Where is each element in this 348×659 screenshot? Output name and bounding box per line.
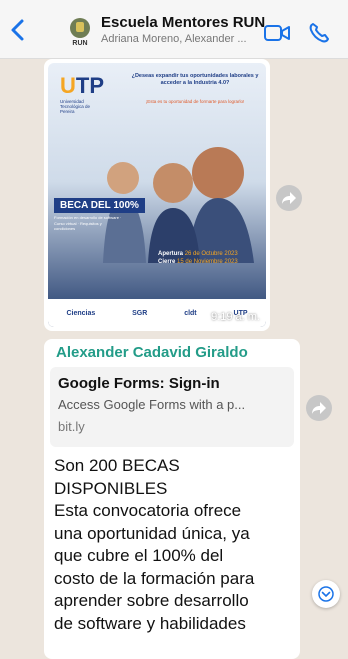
image-timestamp: 9:19 a. m. — [211, 311, 260, 323]
text-message[interactable]: Alexander Cadavid Giraldo Google Forms: … — [44, 339, 300, 659]
sponsor-cldt: cldt — [184, 309, 197, 317]
utp-logo-subtitle: Universidad Tecnológica de Pereira — [60, 99, 91, 114]
poster-info: Formación en desarrollo de software · Cu… — [54, 215, 122, 232]
sponsor-ciencias: Ciencias — [66, 309, 96, 317]
chat-title[interactable]: Escuela Mentores RUN — [101, 14, 265, 31]
cierre-date: 15 de Noviembre 2023 — [177, 259, 238, 265]
message-body: Son 200 BECAS DISPONIBLES Esta convocato… — [54, 456, 255, 633]
image-message[interactable]: UTP Universidad Tecnológica de Pereira ¿… — [44, 59, 270, 331]
sender-name[interactable]: Alexander Cadavid Giraldo — [56, 344, 248, 361]
poster-photo — [103, 147, 254, 263]
apertura-date: 26 de Octubre 2023 — [184, 251, 238, 257]
cierre-label: Cierre — [158, 259, 176, 265]
group-emblem-icon — [70, 17, 90, 38]
poster-apertura: Apertura 26 de Octubre 2023 — [158, 251, 238, 257]
back-chevron-icon[interactable] — [8, 18, 28, 42]
forward-button-2[interactable] — [306, 395, 332, 421]
forward-button[interactable] — [276, 185, 302, 211]
utp-logo: UTP — [60, 73, 105, 98]
link-preview-title: Google Forms: Sign-in — [58, 375, 220, 392]
phone-icon[interactable] — [308, 22, 330, 44]
scroll-to-bottom-button[interactable] — [312, 580, 340, 608]
sponsor-sgr: SGR — [132, 309, 148, 317]
link-preview-description: Access Google Forms with a p... — [58, 397, 246, 412]
poster-headline: ¿Deseas expandir tus oportunidades labor… — [131, 73, 259, 86]
forward-icon — [312, 402, 326, 414]
chat-members[interactable]: Adriana Moreno, Alexander ... — [101, 33, 253, 45]
poster-cierre: Cierre 15 de Noviembre 2023 — [158, 259, 238, 265]
beca-banner: BECA DEL 100% — [54, 198, 145, 213]
link-preview[interactable]: Google Forms: Sign-in Access Google Form… — [50, 367, 294, 447]
poster-subline: ¡Esta es tu oportunidad de formarte para… — [145, 99, 245, 104]
chat-header: RUN Escuela Mentores RUN Adriana Moreno,… — [0, 0, 348, 59]
group-avatar[interactable]: RUN — [66, 14, 94, 50]
chevron-down-icon — [318, 586, 334, 602]
video-call-icon[interactable] — [264, 24, 290, 42]
apertura-label: Apertura — [158, 251, 184, 257]
link-preview-domain: bit.ly — [58, 419, 85, 434]
chat-area[interactable]: UTP Universidad Tecnológica de Pereira ¿… — [0, 59, 348, 659]
poster-image[interactable]: UTP Universidad Tecnológica de Pereira ¿… — [48, 63, 266, 327]
avatar-text: RUN — [72, 39, 88, 47]
forward-icon — [282, 192, 296, 204]
